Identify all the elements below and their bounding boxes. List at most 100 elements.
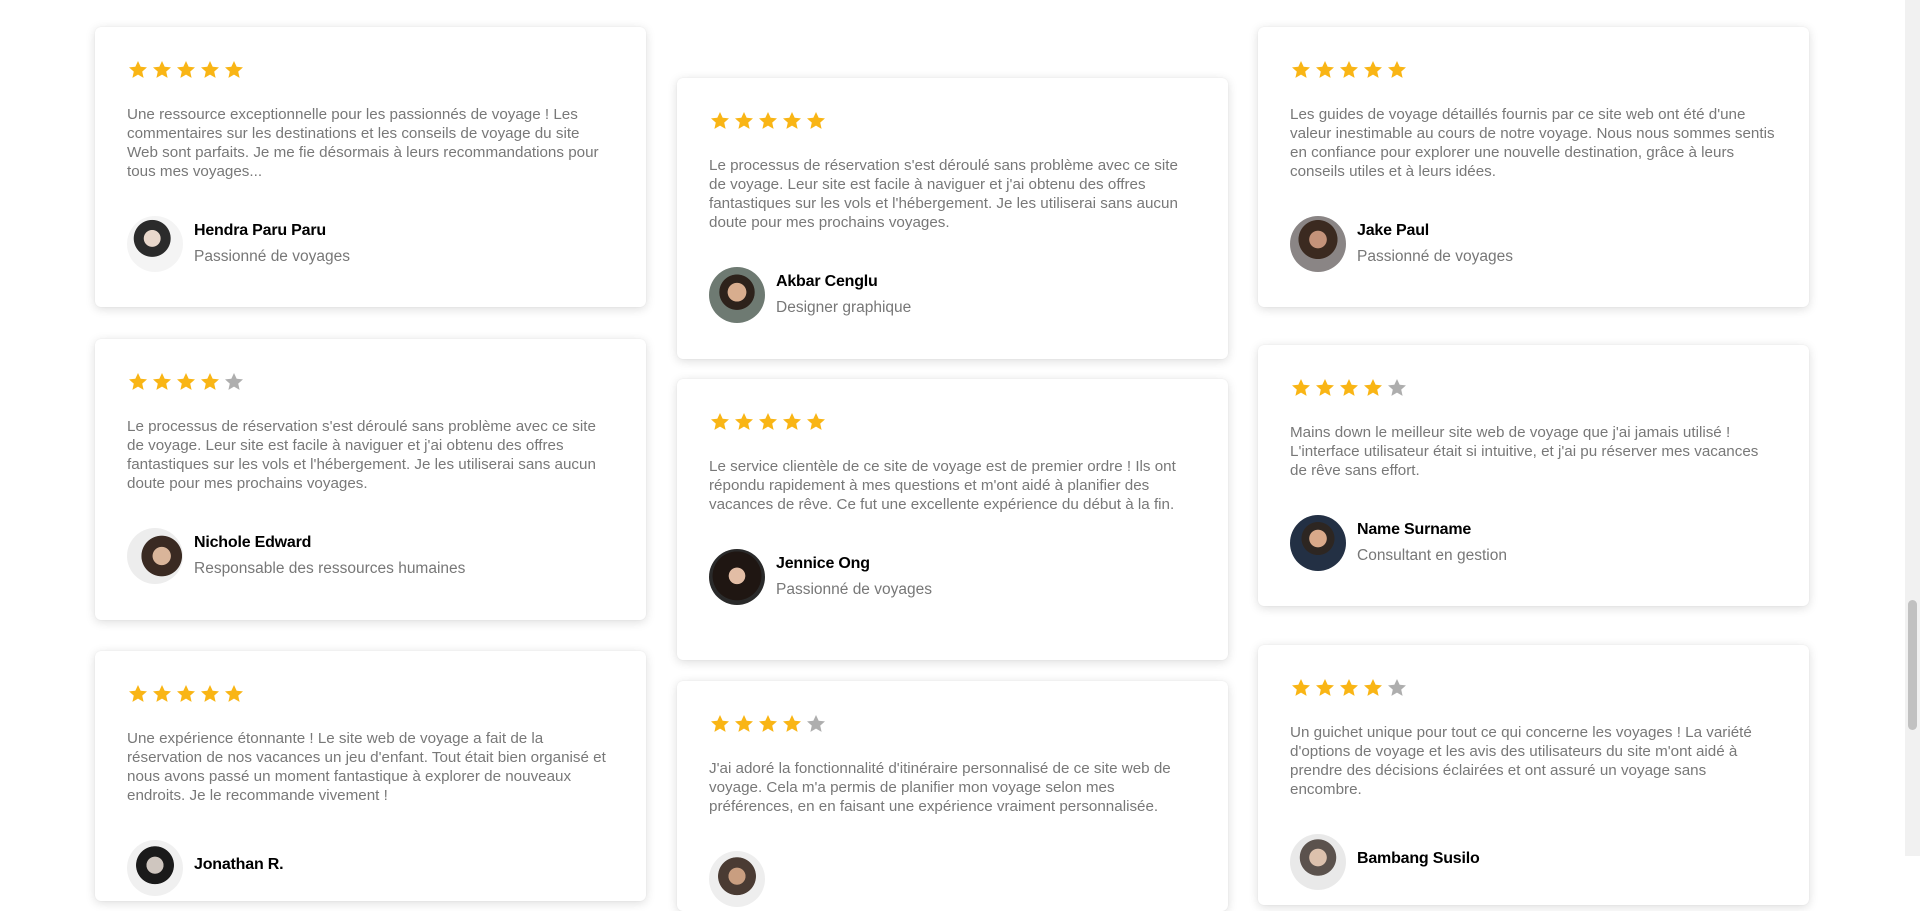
avatar — [127, 216, 183, 272]
author-name: Jennice Ong — [776, 555, 870, 572]
author-role: Passionné de voyages — [194, 248, 350, 265]
author-role: Consultant en gestion — [1357, 547, 1507, 564]
author-name: Akbar Cenglu — [776, 273, 878, 290]
star-rating — [1290, 375, 1777, 401]
star-filled-icon — [1290, 377, 1312, 399]
star-filled-icon — [151, 683, 173, 705]
star-filled-icon — [781, 411, 803, 433]
testimonial-text: Une ressource exceptionnelle pour les pa… — [127, 106, 599, 180]
star-empty-icon — [1386, 677, 1408, 699]
star-filled-icon — [709, 411, 731, 433]
star-rating — [127, 369, 614, 395]
author-name: Hendra Paru Paru — [194, 222, 326, 239]
star-empty-icon — [223, 371, 245, 393]
scrollbar-thumb[interactable] — [1908, 600, 1917, 730]
star-filled-icon — [1338, 377, 1360, 399]
star-filled-icon — [1362, 59, 1384, 81]
testimonial-text: Mains down le meilleur site web de voyag… — [1290, 424, 1759, 479]
star-filled-icon — [781, 110, 803, 132]
star-filled-icon — [151, 59, 173, 81]
author-name: Jake Paul — [1357, 222, 1430, 239]
star-filled-icon — [1362, 377, 1384, 399]
testimonial-text: Le processus de réservation s'est déroul… — [709, 157, 1178, 231]
star-filled-icon — [199, 371, 221, 393]
avatar — [127, 840, 183, 896]
avatar — [709, 851, 765, 907]
star-filled-icon — [1290, 59, 1312, 81]
testimonial-card: Un guichet unique pour tout ce qui conce… — [1258, 645, 1809, 905]
avatar — [1290, 834, 1346, 890]
star-filled-icon — [1362, 677, 1384, 699]
testimonial-text: Un guichet unique pour tout ce qui conce… — [1290, 724, 1752, 798]
testimonial-author: Jennice Ong Passionné de voyages — [709, 549, 1196, 605]
testimonial-author — [709, 851, 1196, 907]
testimonial-author: Akbar Cenglu Designer graphique — [709, 267, 1196, 323]
testimonial-author: Nichole Edward Responsable des ressource… — [127, 528, 614, 584]
testimonial-card: Les guides de voyage détaillés fournis p… — [1258, 27, 1809, 307]
testimonial-author: Name Surname Consultant en gestion — [1290, 515, 1777, 571]
star-filled-icon — [709, 713, 731, 735]
star-filled-icon — [733, 411, 755, 433]
author-name: Nichole Edward — [194, 534, 312, 551]
star-filled-icon — [709, 110, 731, 132]
testimonial-card: Le processus de réservation s'est déroul… — [95, 339, 646, 620]
star-filled-icon — [199, 59, 221, 81]
testimonial-text: Le processus de réservation s'est déroul… — [127, 418, 596, 492]
star-filled-icon — [757, 713, 779, 735]
star-filled-icon — [127, 371, 149, 393]
star-filled-icon — [805, 110, 827, 132]
star-filled-icon — [199, 683, 221, 705]
avatar — [1290, 515, 1346, 571]
star-rating — [127, 681, 614, 707]
avatar — [709, 267, 765, 323]
star-filled-icon — [1386, 59, 1408, 81]
avatar — [709, 549, 765, 605]
testimonial-card: J'ai adoré la fonctionnalité d'itinérair… — [677, 681, 1228, 911]
star-filled-icon — [781, 713, 803, 735]
star-filled-icon — [1338, 677, 1360, 699]
star-filled-icon — [175, 371, 197, 393]
author-role: Responsable des ressources humaines — [194, 560, 466, 577]
star-filled-icon — [127, 59, 149, 81]
star-filled-icon — [733, 713, 755, 735]
author-role: Passionné de voyages — [776, 581, 932, 598]
star-filled-icon — [1314, 59, 1336, 81]
star-rating — [127, 57, 614, 83]
testimonial-card: Le service clientèle de ce site de voyag… — [677, 379, 1228, 660]
testimonial-card: Le processus de réservation s'est déroul… — [677, 78, 1228, 359]
star-filled-icon — [733, 110, 755, 132]
author-role: Passionné de voyages — [1357, 248, 1513, 265]
scrollbar-track[interactable] — [1905, 0, 1920, 856]
testimonial-author: Jake Paul Passionné de voyages — [1290, 216, 1777, 272]
star-rating — [1290, 57, 1777, 83]
star-filled-icon — [1290, 677, 1312, 699]
testimonial-card: Une expérience étonnante ! Le site web d… — [95, 651, 646, 901]
star-rating — [709, 108, 1196, 134]
star-filled-icon — [127, 683, 149, 705]
testimonial-text: J'ai adoré la fonctionnalité d'itinérair… — [709, 760, 1171, 815]
star-filled-icon — [757, 411, 779, 433]
star-filled-icon — [757, 110, 779, 132]
star-empty-icon — [1386, 377, 1408, 399]
star-rating — [709, 711, 1196, 737]
star-filled-icon — [175, 683, 197, 705]
testimonial-text: Une expérience étonnante ! Le site web d… — [127, 730, 606, 804]
star-filled-icon — [1338, 59, 1360, 81]
testimonial-text: Le service clientèle de ce site de voyag… — [709, 458, 1176, 513]
testimonial-card: Mains down le meilleur site web de voyag… — [1258, 345, 1809, 606]
author-name: Name Surname — [1357, 521, 1472, 538]
testimonial-author: Bambang Susilo — [1290, 834, 1777, 890]
star-empty-icon — [805, 713, 827, 735]
star-rating — [1290, 675, 1777, 701]
star-filled-icon — [223, 683, 245, 705]
star-filled-icon — [1314, 377, 1336, 399]
star-filled-icon — [151, 371, 173, 393]
star-filled-icon — [175, 59, 197, 81]
star-filled-icon — [223, 59, 245, 81]
avatar — [127, 528, 183, 584]
testimonial-author: Jonathan R. — [127, 840, 614, 896]
star-filled-icon — [805, 411, 827, 433]
testimonial-author: Hendra Paru Paru Passionné de voyages — [127, 216, 614, 272]
testimonial-text: Les guides de voyage détaillés fournis p… — [1290, 106, 1775, 180]
author-name: Jonathan R. — [194, 856, 284, 873]
